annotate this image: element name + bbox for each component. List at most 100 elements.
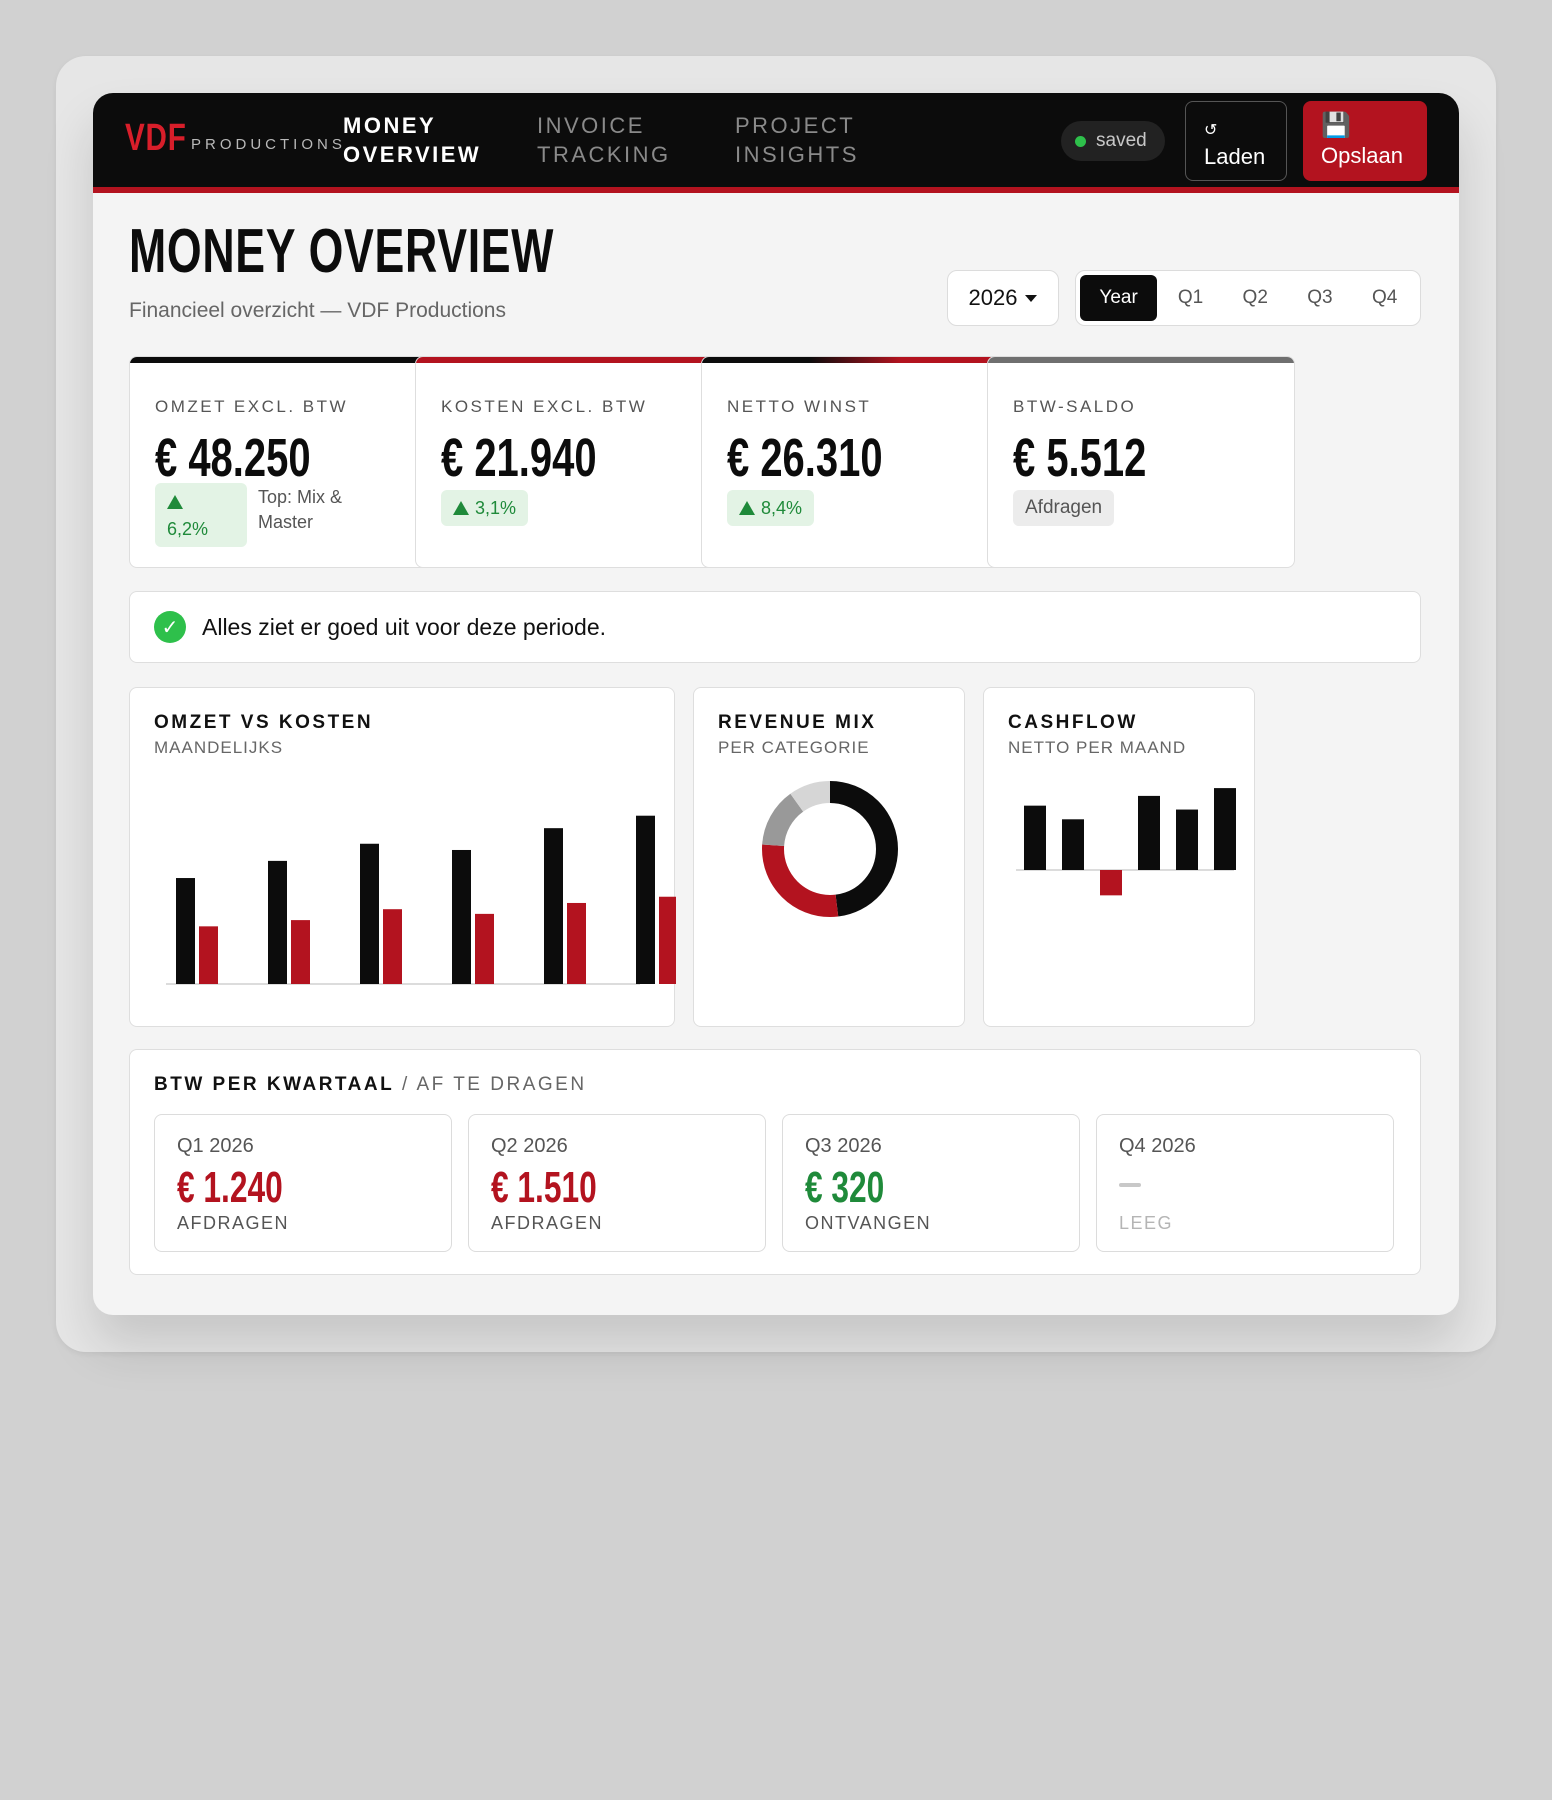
check-circle-icon: ✓: [154, 611, 186, 643]
trend-up-icon: [453, 501, 469, 515]
quarter-status: LEEG: [1119, 1213, 1174, 1233]
tab-q4[interactable]: Q4: [1353, 275, 1416, 321]
kpi-label: BTW-SALDO: [1013, 397, 1137, 416]
page-subtitle: Financieel overzicht — VDF Productions: [129, 299, 506, 322]
revenue-bar: [268, 860, 287, 984]
trend-up-icon: [739, 501, 755, 515]
vat-quarter-card-q4[interactable]: Q4 2026 LEEG: [1096, 1114, 1394, 1252]
section-title-separator: /: [401, 1074, 410, 1095]
vat-quarter-card-q1[interactable]: Q1 2026 € 1.240 AFDRAGEN: [154, 1114, 452, 1252]
kpi-accent-bar: [130, 357, 436, 363]
chart-title: REVENUE MIX: [718, 712, 877, 733]
load-button-label: Laden: [1204, 144, 1266, 169]
status-dot-icon: [1075, 135, 1086, 147]
vat-quarter-card-q2[interactable]: Q2 2026 € 1.510 AFDRAGEN: [468, 1114, 766, 1252]
save-button[interactable]: 💾 Opslaan: [1303, 101, 1427, 181]
quarter-label: Q1 2026: [177, 1135, 254, 1157]
kpi-delta-value: 3,1%: [475, 497, 517, 518]
page-title: MONEY OVERVIEW: [129, 217, 555, 286]
quarter-value: € 1.510: [491, 1163, 597, 1212]
logo[interactable]: VDF PRODUCTIONS: [125, 119, 346, 157]
app-window: VDF PRODUCTIONS MONEY OVERVIEW INVOICE T…: [93, 93, 1459, 1315]
quarter-status: AFDRAGEN: [491, 1213, 604, 1233]
status-text: Alles ziet er goed uit voor deze periode…: [202, 613, 607, 640]
costs-bar: [567, 902, 586, 984]
kpi-card-net-profit: NETTO WINST € 26.310 8,4%: [701, 356, 1009, 568]
save-button-label: Opslaan: [1321, 143, 1403, 168]
empty-value-dash: [1119, 1183, 1141, 1187]
save-status-text: saved: [1096, 130, 1147, 151]
period-tabs: Year Q1 Q2 Q3 Q4: [1075, 270, 1421, 326]
tab-q2[interactable]: Q2: [1224, 275, 1287, 321]
kpi-note: Top: Mix & Master: [258, 487, 343, 532]
cashflow-bar: [1100, 870, 1122, 896]
nav-label-line2: INSIGHTS: [735, 142, 859, 167]
kpi-accent-bar: [988, 357, 1294, 363]
revenue-bar: [544, 828, 563, 984]
vat-per-quarter-section: BTW PER KWARTAAL / AF TE DRAGEN Q1 2026 …: [129, 1049, 1421, 1275]
quarter-label: Q3 2026: [805, 1135, 882, 1157]
status-banner: ✓ Alles ziet er goed uit voor deze perio…: [129, 591, 1421, 663]
tab-year[interactable]: Year: [1080, 275, 1158, 321]
cashflow-bar: [1062, 819, 1084, 870]
kpi-card-vat-balance: BTW-SALDO € 5.512 Afdragen: [987, 356, 1295, 568]
nav-label-line2: OVERVIEW: [343, 142, 482, 167]
year-select-value: 2026: [968, 285, 1018, 310]
nav-label-line1: MONEY: [343, 113, 437, 138]
floppy-disk-icon: 💾: [1321, 112, 1351, 139]
tab-q3[interactable]: Q3: [1289, 275, 1352, 321]
cashflow-bar: [1214, 788, 1236, 870]
nav-label-line2: TRACKING: [537, 142, 671, 167]
cashflow-bar: [1138, 795, 1160, 870]
section-title-sub: AF TE DRAGEN: [416, 1074, 587, 1095]
load-button[interactable]: ↺ Laden: [1185, 101, 1287, 181]
kpi-value: € 26.310: [727, 428, 883, 488]
costs-bar: [475, 913, 494, 984]
quarter-label: Q4 2026: [1119, 1135, 1196, 1157]
chart-title: CASHFLOW: [1008, 712, 1138, 733]
kpi-delta-badge: 6,2%: [155, 483, 247, 547]
revenue-bar: [452, 849, 471, 984]
revenue-bar: [636, 815, 655, 984]
kpi-value: € 48.250: [155, 428, 311, 488]
kpi-label: KOSTEN EXCL. BTW: [441, 397, 648, 416]
chart-subtitle: MAANDELIJKS: [154, 738, 284, 757]
chart-revenue-vs-costs: OMZET VS KOSTEN MAANDELIJKS: [129, 687, 676, 1027]
kpi-delta-badge: 3,1%: [441, 490, 529, 526]
quarter-label: Q2 2026: [491, 1135, 568, 1157]
vat-quarter-card-q3[interactable]: Q3 2026 € 320 ONTVANGEN: [782, 1114, 1080, 1252]
chart-subtitle: NETTO PER MAAND: [1008, 738, 1187, 757]
tab-q1[interactable]: Q1: [1159, 275, 1222, 321]
revenue-bar: [176, 878, 195, 984]
nav-money-overview[interactable]: MONEY OVERVIEW: [343, 111, 481, 169]
nav-project-insights[interactable]: PROJECT INSIGHTS: [735, 111, 859, 169]
costs-bar: [383, 909, 402, 984]
cashflow-bar: [1024, 805, 1046, 870]
chart-revenue-mix: REVENUE MIX PER CATEGORIE: [693, 687, 965, 1027]
chart-cashflow: CASHFLOW NETTO PER MAAND: [983, 687, 1255, 1027]
kpi-delta-badge: 8,4%: [727, 490, 815, 526]
reload-icon: ↺: [1204, 122, 1218, 139]
kpi-delta-value: 6,2%: [167, 519, 209, 539]
nav-label-line1: PROJECT: [735, 113, 856, 138]
logo-subtitle: PRODUCTIONS: [191, 136, 346, 153]
nav-invoice-tracking[interactable]: INVOICE TRACKING: [537, 111, 671, 169]
quarter-status: AFDRAGEN: [177, 1213, 290, 1233]
quarter-status: ONTVANGEN: [805, 1213, 932, 1233]
kpi-accent-bar: [416, 357, 722, 363]
logo-mark: VDF: [125, 117, 187, 159]
kpi-delta-value: 8,4%: [761, 497, 803, 518]
save-status-badge: saved: [1061, 121, 1165, 161]
section-title: BTW PER KWARTAAL / AF TE DRAGEN: [154, 1074, 587, 1096]
chart-subtitle: PER CATEGORIE: [718, 738, 870, 757]
caret-down-icon: [1025, 294, 1038, 302]
costs-bar: [199, 926, 218, 984]
kpi-card-costs: KOSTEN EXCL. BTW € 21.940 3,1%: [415, 356, 723, 568]
section-title-main: BTW PER KWARTAAL: [154, 1074, 395, 1095]
revenue-bar: [360, 843, 379, 984]
kpi-label: OMZET EXCL. BTW: [155, 397, 349, 416]
kpi-value: € 5.512: [1013, 428, 1147, 488]
year-select[interactable]: 2026: [947, 270, 1059, 326]
costs-bar: [291, 920, 310, 984]
chart-title: OMZET VS KOSTEN: [154, 712, 374, 733]
